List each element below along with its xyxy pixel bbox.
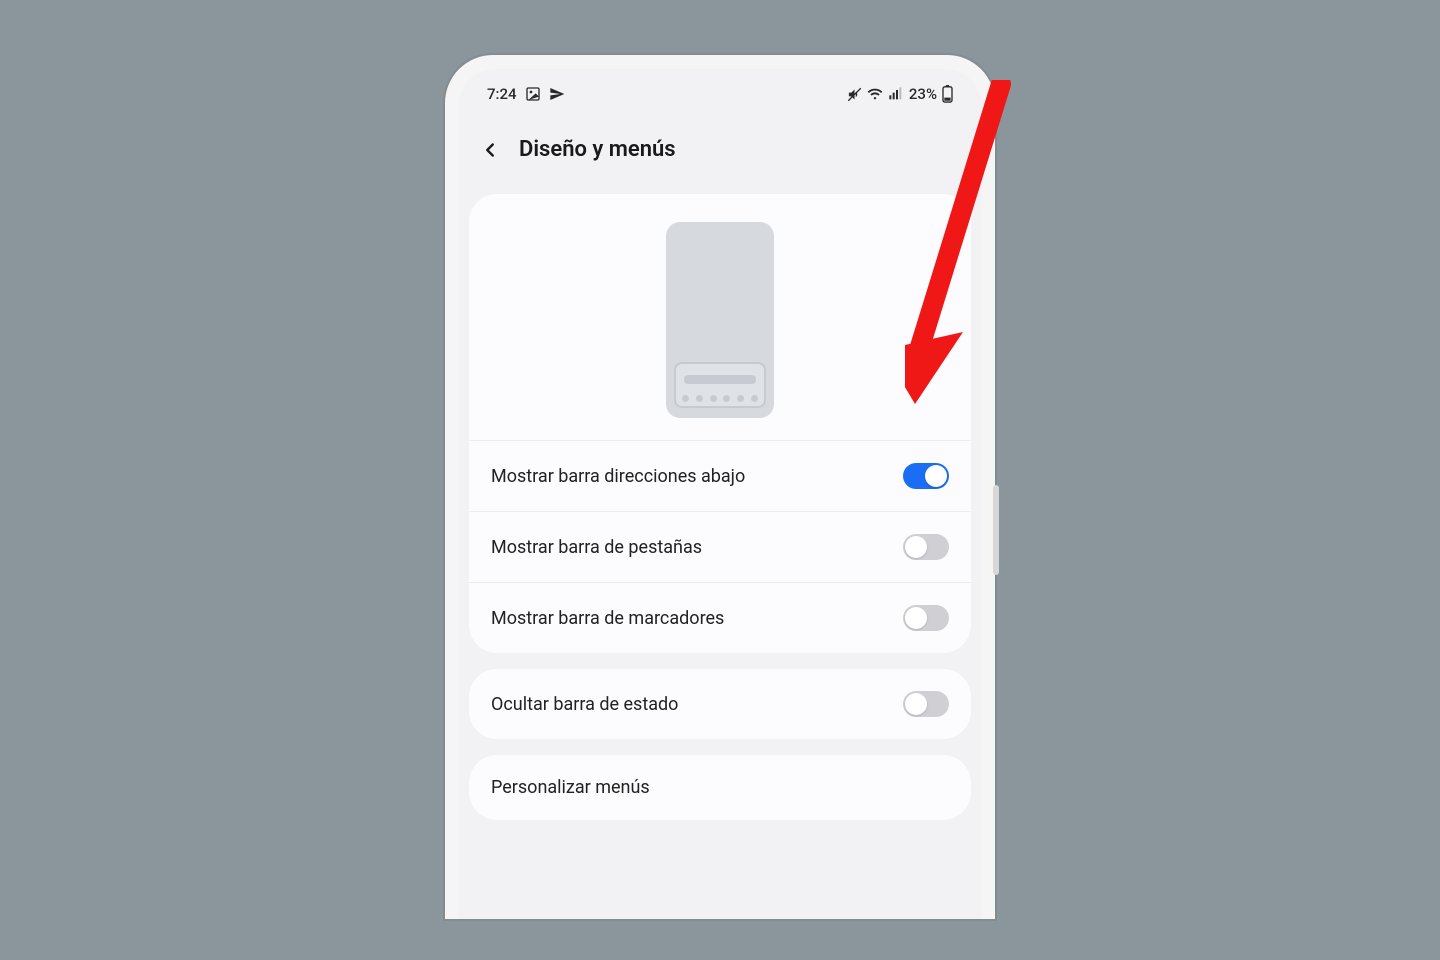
phone-side-button (993, 485, 999, 575)
setting-row-hide-status-bar[interactable]: Ocultar barra de estado (469, 669, 971, 739)
phone-frame: 7:24 23% (445, 55, 995, 919)
setting-label: Personalizar menús (491, 777, 650, 798)
setting-label: Mostrar barra de pestañas (491, 537, 702, 558)
image-icon (525, 86, 541, 102)
setting-label: Mostrar barra direcciones abajo (491, 466, 745, 487)
status-right: 23% (847, 85, 953, 103)
preview-phone-icon (666, 222, 774, 418)
toggle-tab-bar[interactable] (903, 534, 949, 560)
battery-text: 23% (909, 85, 937, 103)
settings-card-customize-menus: Personalizar menús (469, 755, 971, 820)
screen: 7:24 23% (459, 69, 981, 919)
wifi-icon (867, 86, 883, 102)
setting-row-tab-bar[interactable]: Mostrar barra de pestañas (469, 512, 971, 583)
send-icon (549, 86, 565, 102)
signal-icon (888, 86, 904, 102)
setting-label: Mostrar barra de marcadores (491, 608, 724, 629)
page-title: Diseño y menús (519, 137, 676, 162)
toggle-bookmark-bar[interactable] (903, 605, 949, 631)
mute-icon (847, 87, 862, 102)
setting-label: Ocultar barra de estado (491, 694, 678, 715)
settings-card-layout: Mostrar barra direcciones abajo Mostrar … (469, 194, 971, 653)
setting-row-customize-menus[interactable]: Personalizar menús (469, 755, 971, 820)
chevron-left-icon (479, 139, 501, 161)
back-button[interactable] (479, 139, 501, 161)
toggle-address-bar-bottom[interactable] (903, 463, 949, 489)
setting-row-address-bar-bottom[interactable]: Mostrar barra direcciones abajo (469, 441, 971, 512)
page-header: Diseño y menús (459, 109, 981, 188)
status-left: 7:24 (487, 85, 565, 103)
layout-preview (469, 194, 971, 441)
settings-card-statusbar: Ocultar barra de estado (469, 669, 971, 739)
status-bar: 7:24 23% (459, 69, 981, 109)
clock-text: 7:24 (487, 85, 517, 103)
toggle-hide-status-bar[interactable] (903, 691, 949, 717)
battery-icon (942, 85, 953, 103)
setting-row-bookmark-bar[interactable]: Mostrar barra de marcadores (469, 583, 971, 653)
